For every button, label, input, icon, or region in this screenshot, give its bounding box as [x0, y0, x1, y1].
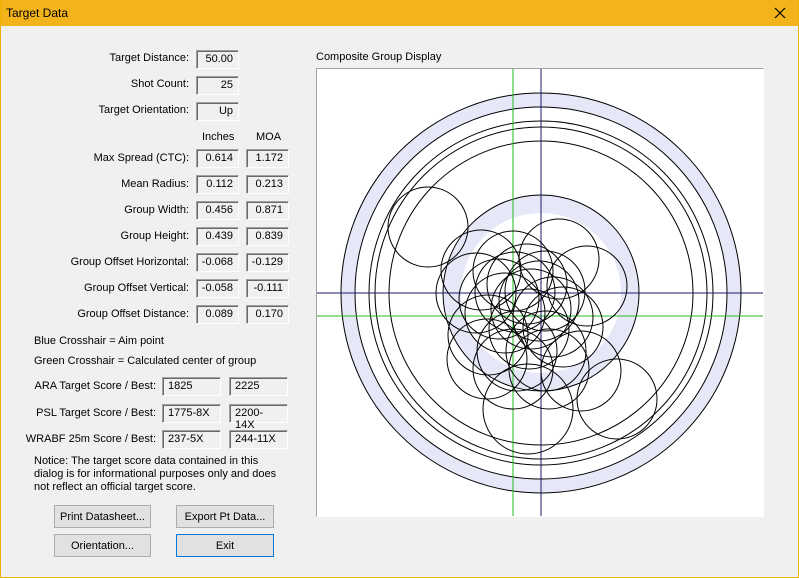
notice-line-1: Notice: The target score data contained …	[34, 455, 259, 467]
green-crosshair-legend: Green Crosshair = Calculated center of g…	[34, 355, 257, 367]
notice-line-2: dialog is for informational purposes onl…	[34, 468, 277, 480]
target-distance-field: 50.00	[196, 50, 239, 69]
target-data-dialog: Target Data Target Distance: 50.00 Shot …	[1, 0, 798, 577]
target-orientation-field: Up	[196, 102, 239, 121]
shot-hole-1	[387, 186, 469, 268]
target-plot	[317, 69, 763, 516]
offset-distance-label: Group Offset Distance:	[77, 308, 189, 320]
group-width-label: Group Width:	[124, 204, 189, 216]
window-title: Target Data	[6, 6, 69, 20]
offset-horizontal-inches: -0.068	[196, 253, 239, 272]
target-distance-label: Target Distance:	[109, 52, 189, 64]
notice-text: Notice: The target score data contained …	[34, 455, 276, 494]
export-pt-data-button[interactable]: Export Pt Data...	[176, 505, 274, 528]
max-spread-label: Max Spread (CTC):	[93, 152, 189, 164]
group-width-inches: 0.456	[196, 201, 239, 220]
wrabf-score-label: WRABF 25m Score / Best:	[25, 433, 156, 445]
offset-distance-moa: 0.170	[246, 305, 289, 324]
offset-vertical-moa: -0.111	[246, 279, 289, 298]
composite-display-title: Composite Group Display	[316, 51, 442, 63]
psl-score-field: 1775-8X	[162, 404, 221, 423]
psl-score-label: PSL Target Score / Best:	[36, 407, 156, 419]
orientation-button[interactable]: Orientation...	[54, 534, 151, 557]
offset-vertical-label: Group Offset Vertical:	[84, 282, 189, 294]
wrabf-best-field: 244-11X	[229, 430, 288, 449]
offset-horizontal-moa: -0.129	[246, 253, 289, 272]
mean-radius-label: Mean Radius:	[121, 178, 189, 190]
inches-column-header: Inches	[202, 131, 235, 143]
close-icon	[774, 7, 786, 19]
ara-score-field: 1825	[162, 377, 221, 396]
shot-count-label: Shot Count:	[130, 78, 189, 90]
mean-radius-inches: 0.112	[196, 175, 239, 194]
ara-best-field: 2225	[229, 377, 288, 396]
shot-hole-21	[490, 268, 572, 350]
group-width-moa: 0.871	[246, 201, 289, 220]
moa-column-header: MOA	[256, 131, 282, 143]
target-orientation-label: Target Orientation:	[98, 104, 190, 116]
title-bar: Target Data	[1, 0, 798, 26]
print-datasheet-button[interactable]: Print Datasheet...	[54, 505, 151, 528]
blue-crosshair-legend: Blue Crosshair = Aim point	[34, 335, 164, 347]
mean-radius-moa: 0.213	[246, 175, 289, 194]
shot-hole-4	[546, 245, 628, 327]
shot-hole-24	[576, 358, 658, 440]
close-button[interactable]	[762, 0, 798, 26]
group-height-moa: 0.839	[246, 227, 289, 246]
offset-distance-inches: 0.089	[196, 305, 239, 324]
psl-best-field: 2200-14X	[229, 404, 288, 431]
exit-button[interactable]: Exit	[176, 534, 274, 557]
shot-count-field: 25	[196, 76, 239, 95]
notice-line-3: not reflect an official target score.	[34, 481, 196, 493]
group-height-inches: 0.439	[196, 227, 239, 246]
max-spread-inches: 0.614	[196, 149, 239, 168]
group-height-label: Group Height:	[120, 230, 189, 242]
composite-group-display	[316, 68, 764, 517]
ara-score-label: ARA Target Score / Best:	[34, 380, 156, 392]
wrabf-score-field: 237-5X	[162, 430, 221, 449]
offset-vertical-inches: -0.058	[196, 279, 239, 298]
max-spread-moa: 1.172	[246, 149, 289, 168]
offset-horizontal-label: Group Offset Horizontal:	[70, 256, 189, 268]
